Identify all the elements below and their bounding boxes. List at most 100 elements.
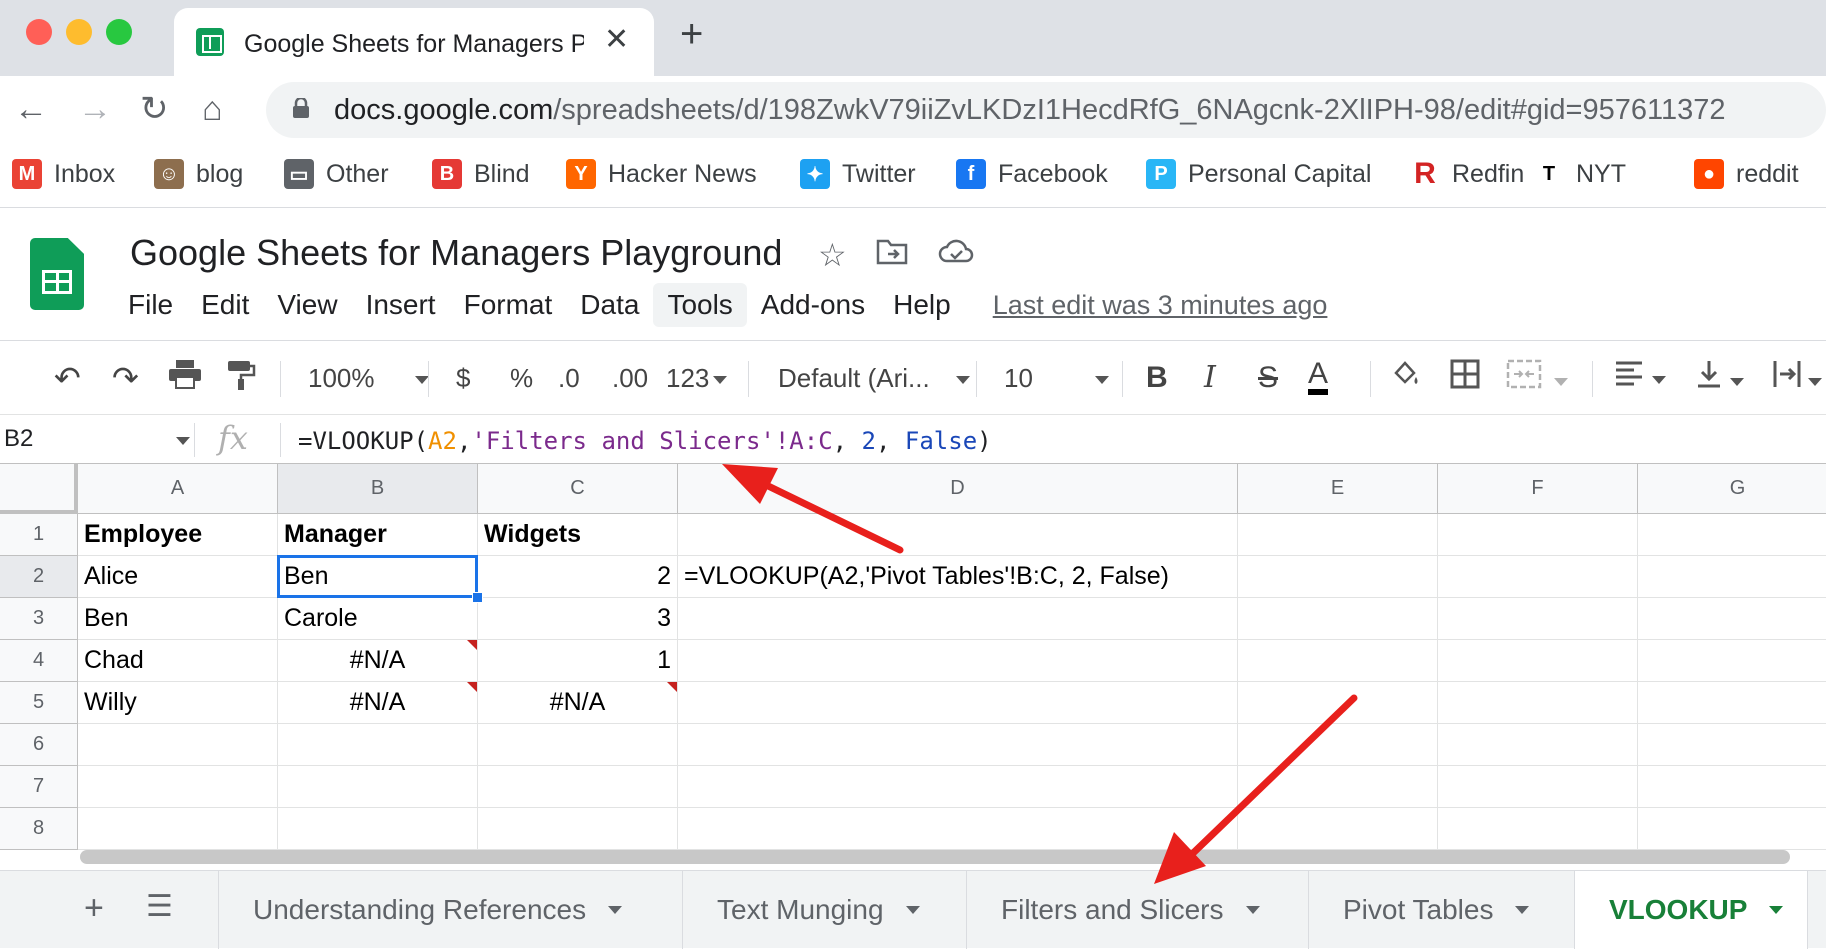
- address-bar[interactable]: docs.google.com/spreadsheets/d/198ZwkV79…: [266, 82, 1826, 138]
- select-all-corner[interactable]: [0, 464, 78, 514]
- cell-d5[interactable]: [678, 682, 1238, 724]
- forward-icon[interactable]: →: [78, 84, 112, 134]
- cell-g6[interactable]: [1638, 724, 1826, 766]
- cell-e2[interactable]: [1238, 556, 1438, 598]
- italic-button[interactable]: I: [1204, 359, 1216, 397]
- cell-c1[interactable]: Widgets: [478, 514, 678, 556]
- cell-a6[interactable]: [78, 724, 278, 766]
- menu-help[interactable]: Help: [879, 283, 965, 327]
- cell-a1[interactable]: Employee: [78, 514, 278, 556]
- cell-g5[interactable]: [1638, 682, 1826, 724]
- cell-d6[interactable]: [678, 724, 1238, 766]
- cell-d4[interactable]: [678, 640, 1238, 682]
- cell-f5[interactable]: [1438, 682, 1638, 724]
- cell-b7[interactable]: [278, 766, 478, 808]
- menu-addons[interactable]: Add-ons: [747, 283, 879, 327]
- cell-c2[interactable]: 2: [478, 556, 678, 598]
- increase-decimal-button[interactable]: .00: [612, 359, 648, 397]
- cell-c8[interactable]: [478, 808, 678, 850]
- currency-format-button[interactable]: $: [456, 359, 470, 397]
- row-header-2[interactable]: 2: [0, 556, 78, 598]
- cell-f2[interactable]: [1438, 556, 1638, 598]
- menu-edit[interactable]: Edit: [187, 283, 263, 327]
- chevron-down-icon[interactable]: [176, 437, 190, 445]
- redo-icon[interactable]: ↷: [112, 359, 139, 397]
- last-edit-link[interactable]: Last edit was 3 minutes ago: [993, 290, 1328, 321]
- bookmark-other[interactable]: ▭ Other: [284, 152, 389, 196]
- bookmark-facebook[interactable]: f Facebook: [956, 152, 1108, 196]
- text-wrap-icon[interactable]: [1772, 359, 1822, 399]
- cell-b4[interactable]: #N/A: [278, 640, 478, 682]
- cell-a5[interactable]: Willy: [78, 682, 278, 724]
- horizontal-scrollbar[interactable]: [80, 850, 1790, 864]
- sheet-tab-text-munging[interactable]: Text Munging: [682, 871, 966, 949]
- reload-icon[interactable]: ↻: [140, 84, 169, 134]
- cell-c3[interactable]: 3: [478, 598, 678, 640]
- cell-a8[interactable]: [78, 808, 278, 850]
- cell-d8[interactable]: [678, 808, 1238, 850]
- minimize-window-button[interactable]: [66, 19, 92, 45]
- row-header-3[interactable]: 3: [0, 598, 78, 640]
- zoom-select[interactable]: 100%: [308, 359, 429, 397]
- column-header-e[interactable]: E: [1238, 464, 1438, 514]
- more-formats-button[interactable]: 123: [666, 359, 728, 397]
- star-icon[interactable]: ☆: [818, 236, 847, 274]
- bookmark-personal-capital[interactable]: P Personal Capital: [1146, 152, 1371, 196]
- cell-d7[interactable]: [678, 766, 1238, 808]
- text-color-button[interactable]: A: [1308, 359, 1329, 395]
- cell-b8[interactable]: [278, 808, 478, 850]
- sheets-logo-icon[interactable]: [30, 238, 84, 310]
- horizontal-align-icon[interactable]: [1614, 359, 1666, 397]
- row-header-7[interactable]: 7: [0, 766, 78, 808]
- cell-c7[interactable]: [478, 766, 678, 808]
- cell-d3[interactable]: [678, 598, 1238, 640]
- cell-e6[interactable]: [1238, 724, 1438, 766]
- bookmark-blind[interactable]: B Blind: [432, 152, 530, 196]
- row-header-8[interactable]: 8: [0, 808, 78, 850]
- chevron-down-icon[interactable]: [905, 906, 920, 914]
- bookmark-nyt[interactable]: T NYT: [1534, 152, 1626, 196]
- menu-data[interactable]: Data: [566, 283, 653, 327]
- fill-color-icon[interactable]: [1390, 359, 1422, 399]
- paint-format-icon[interactable]: [226, 359, 256, 401]
- percent-format-button[interactable]: %: [510, 359, 533, 397]
- bookmark-reddit[interactable]: ● reddit: [1694, 152, 1799, 196]
- cell-g3[interactable]: [1638, 598, 1826, 640]
- font-select[interactable]: Default (Ari...: [778, 359, 970, 397]
- cell-a3[interactable]: Ben: [78, 598, 278, 640]
- bookmark-redfin[interactable]: R Redfin: [1410, 152, 1524, 196]
- cell-b6[interactable]: [278, 724, 478, 766]
- formula-input[interactable]: =VLOOKUP(A2,'Filters and Slicers'!A:C, 2…: [298, 427, 992, 455]
- cell-e3[interactable]: [1238, 598, 1438, 640]
- chevron-down-icon[interactable]: [1515, 906, 1530, 914]
- chevron-down-icon[interactable]: [1769, 906, 1784, 914]
- cell-e4[interactable]: [1238, 640, 1438, 682]
- column-header-d[interactable]: D: [678, 464, 1238, 514]
- column-header-a[interactable]: A: [78, 464, 278, 514]
- cell-e8[interactable]: [1238, 808, 1438, 850]
- cell-g8[interactable]: [1638, 808, 1826, 850]
- cell-b3[interactable]: Carole: [278, 598, 478, 640]
- sheet-tab-understanding-references[interactable]: Understanding References: [218, 871, 682, 949]
- bookmark-inbox[interactable]: M Inbox: [12, 152, 115, 196]
- column-header-b[interactable]: B: [278, 464, 478, 514]
- row-header-4[interactable]: 4: [0, 640, 78, 682]
- font-size-select[interactable]: 10: [1004, 359, 1109, 397]
- chevron-down-icon[interactable]: [608, 906, 623, 914]
- cell-c5[interactable]: #N/A: [478, 682, 678, 724]
- cell-g1[interactable]: [1638, 514, 1826, 556]
- add-sheet-icon[interactable]: +: [84, 889, 104, 928]
- column-header-c[interactable]: C: [478, 464, 678, 514]
- cell-f7[interactable]: [1438, 766, 1638, 808]
- cell-f4[interactable]: [1438, 640, 1638, 682]
- menu-tools[interactable]: Tools: [653, 283, 747, 327]
- name-box[interactable]: B2: [4, 425, 33, 453]
- strikethrough-button[interactable]: S: [1258, 359, 1278, 397]
- all-sheets-menu-icon[interactable]: ☰: [146, 889, 173, 924]
- decrease-decimal-button[interactable]: .0: [558, 359, 580, 397]
- sheet-tab-filters-and-slicers[interactable]: Filters and Slicers: [966, 871, 1308, 949]
- row-header-5[interactable]: 5: [0, 682, 78, 724]
- home-icon[interactable]: ⌂: [202, 84, 223, 134]
- undo-icon[interactable]: ↶: [54, 359, 81, 397]
- cell-d1[interactable]: [678, 514, 1238, 556]
